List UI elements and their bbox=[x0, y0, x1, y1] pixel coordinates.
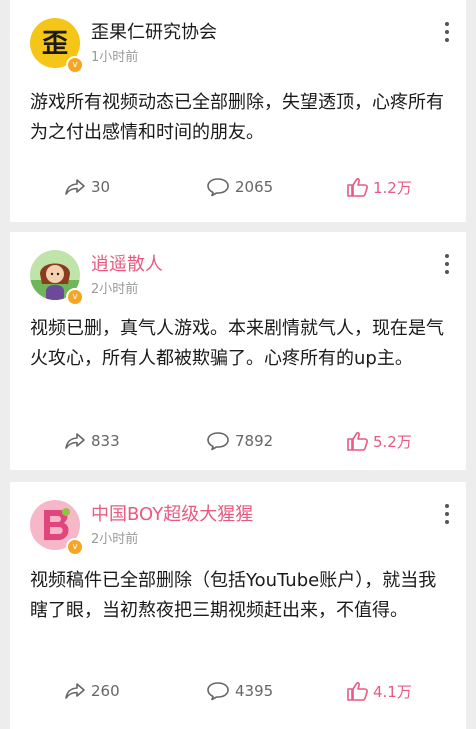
weibo-feed: 歪 v 歪果仁研究协会 1小时前 游戏所有视频动态已全部删除，失望透顶，心疼所有… bbox=[0, 0, 476, 729]
verified-badge-icon: v bbox=[66, 288, 84, 306]
post-header: v 中国BOY超级大猩猩 2小时前 bbox=[10, 482, 466, 556]
post-card[interactable]: v 逍遥散人 2小时前 视频已删，真气人游戏。本来剧情就气人，现在是气火攻心，所… bbox=[10, 232, 466, 470]
comment-count: 7892 bbox=[235, 432, 274, 450]
like-count: 4.1万 bbox=[373, 682, 412, 701]
post-actions: 833 7892 5.2万 bbox=[10, 426, 466, 456]
like-button[interactable]: 4.1万 bbox=[346, 676, 412, 706]
share-button[interactable]: 833 bbox=[64, 426, 120, 456]
like-icon bbox=[347, 682, 368, 701]
share-icon bbox=[65, 683, 85, 699]
comment-icon bbox=[207, 682, 229, 701]
post-card[interactable]: v 中国BOY超级大猩猩 2小时前 视频稿件已全部删除（包括YouTube账户）… bbox=[10, 482, 466, 729]
post-content: 视频稿件已全部删除（包括YouTube账户），就当我瞎了眼，当初熬夜把三期视频赶… bbox=[30, 570, 437, 621]
author-name[interactable]: 歪果仁研究协会 bbox=[91, 22, 217, 44]
comment-icon bbox=[207, 432, 229, 451]
post-time: 2小时前 bbox=[91, 532, 139, 547]
author-name[interactable]: 中国BOY超级大猩猩 bbox=[91, 504, 253, 526]
comment-icon bbox=[207, 178, 229, 197]
post-time: 1小时前 bbox=[91, 50, 139, 65]
like-icon bbox=[347, 178, 368, 197]
like-count: 5.2万 bbox=[373, 432, 412, 451]
post-time: 2小时前 bbox=[91, 282, 139, 297]
post-header: v 逍遥散人 2小时前 bbox=[10, 232, 466, 306]
share-count: 30 bbox=[91, 178, 111, 196]
comment-count: 4395 bbox=[235, 682, 274, 700]
share-button[interactable]: 30 bbox=[64, 172, 110, 202]
like-button[interactable]: 5.2万 bbox=[346, 426, 412, 456]
author-name[interactable]: 逍遥散人 bbox=[91, 254, 163, 276]
share-count: 833 bbox=[91, 432, 120, 450]
post-actions: 30 2065 1.2万 bbox=[10, 172, 466, 202]
verified-badge-icon: v bbox=[66, 538, 84, 556]
like-count: 1.2万 bbox=[373, 178, 412, 197]
share-icon bbox=[65, 433, 85, 449]
share-icon bbox=[65, 179, 85, 195]
comment-button[interactable]: 7892 bbox=[206, 426, 273, 456]
more-vertical-icon[interactable] bbox=[444, 254, 450, 276]
more-vertical-icon[interactable] bbox=[444, 504, 450, 526]
like-button[interactable]: 1.2万 bbox=[346, 172, 412, 202]
comment-count: 2065 bbox=[235, 178, 274, 196]
post-content: 视频已删，真气人游戏。本来剧情就气人，现在是气火攻心，所有人都被欺骗了。心疼所有… bbox=[30, 318, 444, 369]
more-vertical-icon[interactable] bbox=[444, 22, 450, 44]
post-actions: 260 4395 4.1万 bbox=[10, 676, 466, 706]
verified-badge-icon: v bbox=[66, 56, 84, 74]
post-card[interactable]: 歪 v 歪果仁研究协会 1小时前 游戏所有视频动态已全部删除，失望透顶，心疼所有… bbox=[10, 0, 466, 222]
post-content: 游戏所有视频动态已全部删除，失望透顶，心疼所有为之付出感情和时间的朋友。 bbox=[30, 92, 444, 143]
avatar-glyph: 歪 bbox=[42, 29, 68, 59]
share-count: 260 bbox=[91, 682, 120, 700]
like-icon bbox=[347, 432, 368, 451]
post-header: 歪 v 歪果仁研究协会 1小时前 bbox=[10, 0, 466, 74]
comment-button[interactable]: 2065 bbox=[206, 172, 273, 202]
share-button[interactable]: 260 bbox=[64, 676, 120, 706]
comment-button[interactable]: 4395 bbox=[206, 676, 273, 706]
